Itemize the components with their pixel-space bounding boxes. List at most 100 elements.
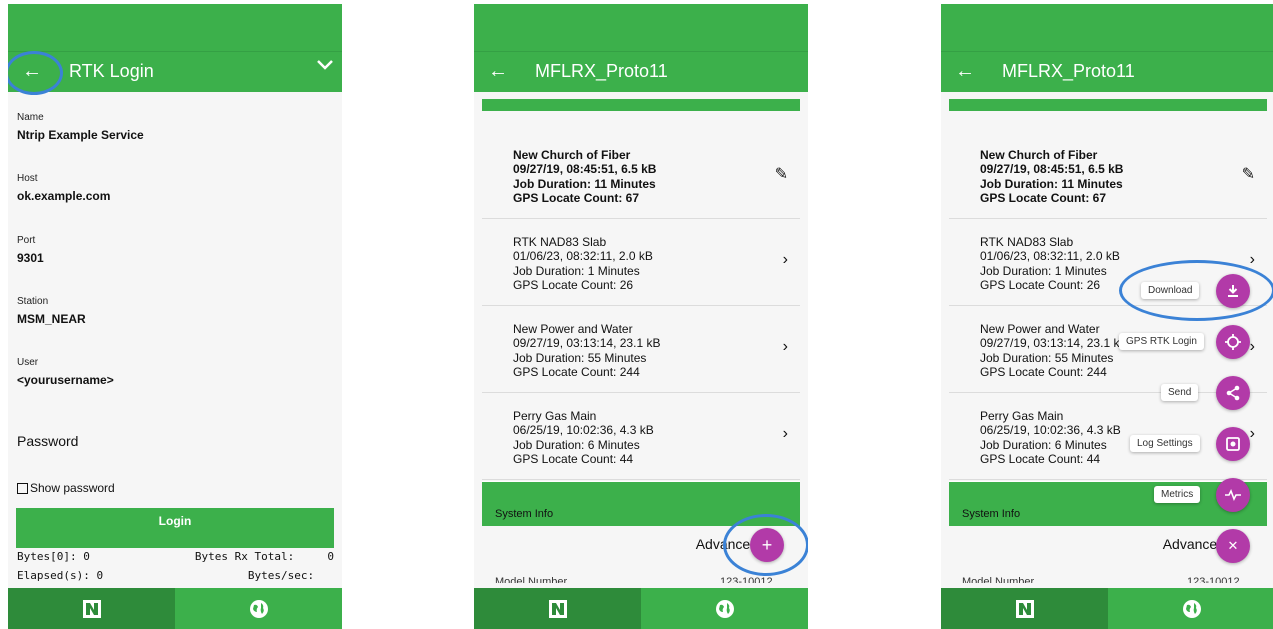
chevron-right-icon[interactable]: ›	[783, 338, 788, 356]
tab-device[interactable]	[941, 588, 1108, 629]
list-item[interactable]: Perry Gas Main 06/25/19, 10:02:36, 4.3 k…	[482, 393, 800, 480]
field-label: Host	[17, 173, 38, 184]
pencil-icon[interactable]: ✎	[775, 164, 788, 184]
checkbox-icon[interactable]	[17, 482, 28, 494]
job-details: Perry Gas Main 06/25/19, 10:02:36, 4.3 k…	[980, 409, 1121, 466]
close-fab-button[interactable]: ✕	[1216, 529, 1250, 563]
field-value: Ntrip Example Service	[17, 128, 144, 142]
login-button[interactable]: Login	[16, 508, 334, 548]
job-gps-count: GPS Locate Count: 26	[980, 277, 1101, 292]
job-name: RTK NAD83 Slab	[980, 235, 1074, 249]
host-field[interactable]: Host ok.example.com	[17, 173, 110, 203]
share-icon	[1226, 385, 1240, 401]
job-gps-count: GPS Locate Count: 244	[980, 364, 1107, 379]
send-fab-button[interactable]	[1216, 376, 1250, 410]
model-number-label: Model Number	[495, 576, 568, 583]
metrics-fab-button[interactable]	[1216, 478, 1250, 512]
list-item[interactable]: New Church of Fiber 09/27/19, 08:45:51, …	[482, 132, 800, 219]
model-number-value: 123-10012	[720, 576, 773, 583]
job-details: New Power and Water 09/27/19, 03:13:14, …	[513, 322, 660, 379]
gps-rtk-login-label[interactable]: GPS RTK Login	[1119, 333, 1204, 350]
show-password-checkbox[interactable]: Show password	[17, 481, 115, 495]
job-name: New Power and Water	[513, 322, 633, 336]
stat-right: Bytes Rx Total: 0	[194, 550, 334, 563]
device-logo-icon	[82, 599, 101, 618]
settings-box-icon	[1226, 437, 1240, 451]
send-label[interactable]: Send	[1161, 384, 1199, 401]
job-meta: 01/06/23, 08:32:11, 2.0 kB	[513, 249, 653, 264]
field-value: ok.example.com	[17, 189, 111, 203]
job-duration: Job Duration: 6 Minutes	[513, 437, 640, 452]
checkbox-label: Show password	[30, 481, 115, 495]
chevron-right-icon[interactable]: ›	[1250, 338, 1255, 356]
status-bar	[8, 4, 342, 51]
header-bar	[949, 99, 1267, 111]
field-value: 9301	[17, 251, 44, 265]
job-gps-count: GPS Locate Count: 244	[513, 364, 640, 379]
download-fab-button[interactable]	[1216, 274, 1250, 308]
pencil-icon[interactable]: ✎	[1242, 164, 1255, 184]
back-arrow-icon[interactable]: ←	[955, 60, 975, 82]
status-bar	[941, 4, 1273, 51]
back-arrow-icon[interactable]: ←	[22, 60, 42, 82]
close-icon: ✕	[1227, 538, 1239, 553]
metrics-label[interactable]: Metrics	[1154, 486, 1201, 503]
pulse-icon	[1225, 489, 1241, 501]
job-meta: 01/06/23, 08:32:11, 2.0 kB	[980, 249, 1120, 264]
job-list-menu-screen: ← MFLRX_Proto11 New Church of Fiber 09/2…	[941, 4, 1273, 629]
page-title: MFLRX_Proto11	[1002, 61, 1135, 81]
tab-globe[interactable]	[641, 588, 808, 629]
stat-left: Bytes[0]: 0	[17, 550, 90, 563]
job-name: New Power and Water	[980, 322, 1100, 336]
tab-globe[interactable]	[1108, 588, 1273, 629]
log-settings-fab-button[interactable]	[1216, 427, 1250, 461]
globe-icon	[715, 599, 734, 618]
list-item[interactable]: New Church of Fiber 09/27/19, 08:45:51, …	[949, 132, 1267, 219]
field-label: Port	[17, 235, 36, 246]
password-field[interactable]: Password	[17, 433, 78, 449]
job-duration: Job Duration: 6 Minutes	[980, 437, 1107, 452]
system-info-label: System Info	[495, 508, 554, 520]
job-details: Perry Gas Main 06/25/19, 10:02:36, 4.3 k…	[513, 409, 654, 466]
job-meta: 09/27/19, 03:13:14, 23.1 kB	[513, 336, 661, 351]
chevron-right-icon[interactable]: ›	[783, 251, 788, 269]
page-title: MFLRX_Proto11	[535, 61, 668, 81]
job-details: New Church of Fiber 09/27/19, 08:45:51, …	[980, 148, 1123, 205]
stat-right: Bytes/sec:	[247, 569, 334, 582]
device-logo-icon	[548, 599, 567, 618]
chevron-right-icon[interactable]: ›	[1250, 425, 1255, 443]
list-item[interactable]: RTK NAD83 Slab 01/06/23, 08:32:11, 2.0 k…	[482, 219, 800, 306]
job-details: RTK NAD83 Slab 01/06/23, 08:32:11, 2.0 k…	[980, 235, 1120, 292]
list-item[interactable]: New Power and Water 09/27/19, 03:13:14, …	[482, 306, 800, 393]
device-logo-icon	[1015, 599, 1034, 618]
plus-icon: +	[761, 534, 773, 555]
back-arrow-icon[interactable]: ←	[488, 60, 508, 82]
add-fab-button[interactable]: +	[750, 528, 784, 562]
job-gps-count: GPS Locate Count: 26	[513, 277, 634, 292]
job-gps-count: GPS Locate Count: 44	[513, 451, 634, 466]
station-field[interactable]: Station MSM_NEAR	[17, 296, 86, 326]
name-field[interactable]: Name Ntrip Example Service	[17, 112, 144, 142]
job-meta: 06/25/19, 10:02:36, 4.3 kB	[513, 423, 654, 438]
tab-globe[interactable]	[175, 588, 342, 629]
advanced-label[interactable]: Advanced	[696, 536, 758, 552]
page-title: RTK Login	[69, 61, 154, 81]
app-bar: ← RTK Login	[8, 51, 342, 92]
chevron-down-icon[interactable]	[316, 58, 334, 76]
chevron-right-icon[interactable]: ›	[1250, 251, 1255, 269]
download-label[interactable]: Download	[1141, 282, 1200, 299]
job-gps-count: GPS Locate Count: 44	[980, 451, 1101, 466]
user-field[interactable]: User <yourusername>	[17, 357, 114, 387]
gps-rtk-login-fab-button[interactable]	[1216, 325, 1250, 359]
port-field[interactable]: Port 9301	[17, 235, 44, 265]
job-gps-count: GPS Locate Count: 67	[513, 190, 640, 205]
download-icon	[1228, 285, 1238, 297]
job-name: Perry Gas Main	[513, 409, 597, 423]
tab-device[interactable]	[474, 588, 641, 629]
stat-left: Elapsed(s): 0	[17, 569, 104, 582]
job-gps-count: GPS Locate Count: 67	[980, 190, 1107, 205]
log-settings-label[interactable]: Log Settings	[1130, 435, 1200, 452]
chevron-right-icon[interactable]: ›	[783, 425, 788, 443]
job-duration: Job Duration: 55 Minutes	[980, 350, 1114, 365]
tab-device[interactable]	[8, 588, 175, 629]
